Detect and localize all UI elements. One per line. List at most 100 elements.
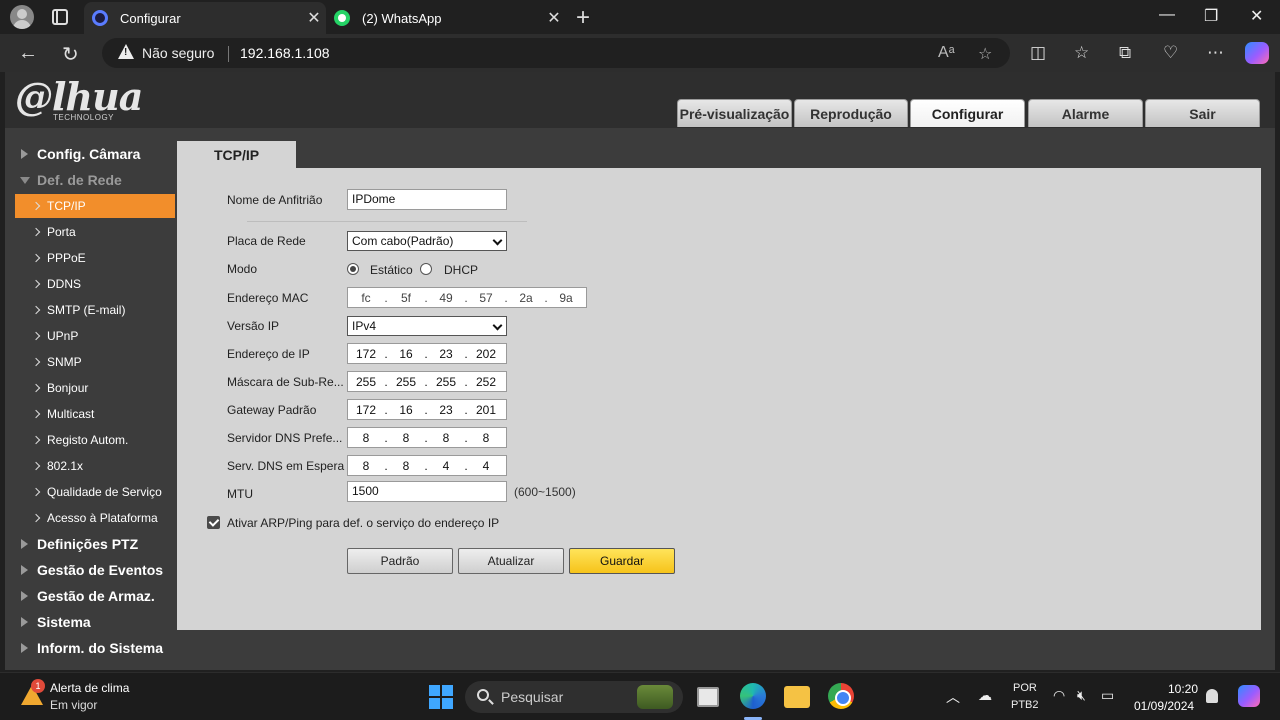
edge-icon[interactable] xyxy=(740,683,766,709)
sidebar-system-info[interactable]: Inform. do Sistema xyxy=(15,636,180,660)
ip-octet[interactable]: 202 xyxy=(468,347,504,361)
mode-dhcp-radio[interactable] xyxy=(420,263,432,275)
mtu-field[interactable]: 1500 xyxy=(347,481,507,502)
file-explorer-icon[interactable] xyxy=(784,686,810,708)
save-button[interactable]: Guardar xyxy=(569,548,675,574)
sidebar-item-port[interactable]: Porta xyxy=(15,220,175,244)
nav-setup[interactable]: Configurar xyxy=(910,99,1025,127)
hostname-field[interactable]: IPDome xyxy=(347,189,507,210)
star-icon[interactable]: ☆ xyxy=(978,44,992,64)
sidebar-network[interactable]: Def. de Rede xyxy=(15,168,180,192)
mask-octet[interactable]: 255 xyxy=(348,375,384,389)
show-hidden-icons-icon[interactable]: ︿ xyxy=(946,687,960,707)
keyboard-layout-indicator[interactable]: PTB2 xyxy=(1011,699,1039,711)
nic-select[interactable]: Com cabo(Padrão) xyxy=(347,231,507,251)
back-icon[interactable]: ← xyxy=(18,42,38,65)
more-icon[interactable]: ⋯ xyxy=(1207,43,1224,63)
split-screen-icon[interactable]: ◫ xyxy=(1030,43,1046,63)
mode-static-radio[interactable] xyxy=(347,263,359,275)
notification-bell-icon[interactable] xyxy=(1206,689,1218,703)
nav-logout[interactable]: Sair xyxy=(1145,99,1260,127)
heartbeat-icon[interactable]: ♡ xyxy=(1163,43,1178,63)
dns-octet[interactable]: 8 xyxy=(348,431,384,445)
ip-version-select[interactable]: IPv4 xyxy=(347,316,507,336)
tab-tcpip[interactable]: TCP/IP xyxy=(177,141,296,168)
reload-icon[interactable]: ↻ xyxy=(62,42,79,67)
sidebar-item-qos[interactable]: Qualidade de Serviço xyxy=(15,480,175,504)
dns-octet[interactable]: 8 xyxy=(388,459,424,473)
restore-icon[interactable]: ❐ xyxy=(1204,6,1218,26)
taskbar-search[interactable]: Pesquisar xyxy=(465,681,683,713)
gateway-octet[interactable]: 201 xyxy=(468,403,504,417)
weather-subtitle[interactable]: Em vigor xyxy=(50,698,97,712)
sidebar-item-upnp[interactable]: UPnP xyxy=(15,324,175,348)
dns-octet[interactable]: 8 xyxy=(388,431,424,445)
battery-icon[interactable]: ▭ xyxy=(1101,687,1114,704)
tab-configurar[interactable]: Configurar ✕ xyxy=(84,2,326,34)
ip-octet[interactable]: 172 xyxy=(348,347,384,361)
weather-title[interactable]: Alerta de clima xyxy=(50,681,129,695)
favorites-icon[interactable]: ☆ xyxy=(1074,43,1089,63)
close-tab-icon[interactable]: ✕ xyxy=(542,8,566,28)
ip-octet[interactable]: 16 xyxy=(388,347,424,361)
sidebar-item-snmp[interactable]: SNMP xyxy=(15,350,175,374)
dns-octet[interactable]: 8 xyxy=(468,431,504,445)
sidebar-item-smtp[interactable]: SMTP (E-mail) xyxy=(15,298,175,322)
preferred-dns-field[interactable]: 8. 8. 8. 8 xyxy=(347,427,507,448)
volume-muted-icon[interactable]: 🔇︎ xyxy=(1077,687,1086,704)
sidebar-system[interactable]: Sistema xyxy=(15,610,180,634)
sidebar-camera-settings[interactable]: Config. Câmara xyxy=(15,142,180,166)
gateway-octet[interactable]: 172 xyxy=(348,403,384,417)
profile-avatar-icon[interactable] xyxy=(10,5,34,29)
sidebar-ptz-settings[interactable]: Definições PTZ xyxy=(15,532,180,556)
arp-ping-checkbox[interactable] xyxy=(207,516,220,529)
address-bar[interactable]: Não seguro 192.168.1.108 A͏ᵃ ☆ xyxy=(102,38,1010,68)
sidebar-item-8021x[interactable]: 802.1x xyxy=(15,454,175,478)
sidebar-item-tcpip[interactable]: TCP/IP xyxy=(15,194,175,218)
sidebar-item-pppoe[interactable]: PPPoE xyxy=(15,246,175,270)
read-aloud-icon[interactable]: A͏ᵃ xyxy=(938,44,955,62)
security-status[interactable]: Não seguro xyxy=(142,45,214,61)
minimize-icon[interactable]: — xyxy=(1159,6,1175,24)
tab-whatsapp[interactable]: (2) WhatsApp ✕ xyxy=(326,2,566,34)
refresh-button[interactable]: Atualizar xyxy=(458,548,564,574)
mask-octet[interactable]: 255 xyxy=(388,375,424,389)
dns-octet[interactable]: 8 xyxy=(428,431,464,445)
gateway-field[interactable]: 172. 16. 23. 201 xyxy=(347,399,507,420)
sidebar-event-management[interactable]: Gestão de Eventos xyxy=(15,558,180,582)
tab-actions-icon[interactable] xyxy=(52,9,68,25)
mask-octet[interactable]: 252 xyxy=(468,375,504,389)
ip-octet[interactable]: 23 xyxy=(428,347,464,361)
copilot-taskbar-icon[interactable] xyxy=(1238,685,1260,707)
sidebar-item-multicast[interactable]: Multicast xyxy=(15,402,175,426)
gateway-octet[interactable]: 23 xyxy=(428,403,464,417)
windows-start-icon[interactable] xyxy=(429,685,453,709)
sidebar-item-ddns[interactable]: DDNS xyxy=(15,272,175,296)
dns-octet[interactable]: 8 xyxy=(348,459,384,473)
default-button[interactable]: Padrão xyxy=(347,548,453,574)
mask-octet[interactable]: 255 xyxy=(428,375,464,389)
dns-octet[interactable]: 4 xyxy=(428,459,464,473)
sidebar-item-auto-register[interactable]: Registo Autom. xyxy=(15,428,175,452)
wifi-icon[interactable]: ◠ xyxy=(1053,687,1065,704)
close-window-icon[interactable]: ✕ xyxy=(1250,6,1263,26)
alternate-dns-field[interactable]: 8. 8. 4. 4 xyxy=(347,455,507,476)
chrome-icon[interactable] xyxy=(828,683,854,709)
language-indicator[interactable]: POR xyxy=(1013,682,1037,694)
nav-preview[interactable]: Pré-visualização xyxy=(677,99,792,127)
copilot-icon[interactable] xyxy=(1245,42,1269,64)
dns-octet[interactable]: 4 xyxy=(468,459,504,473)
nav-playback[interactable]: Reprodução xyxy=(794,99,908,127)
clock-date[interactable]: 01/09/2024 xyxy=(1134,699,1194,713)
sidebar-item-platform-access[interactable]: Acesso à Plataforma xyxy=(15,506,175,530)
gateway-octet[interactable]: 16 xyxy=(388,403,424,417)
sidebar-item-bonjour[interactable]: Bonjour xyxy=(15,376,175,400)
onedrive-icon[interactable]: ☁ xyxy=(978,687,992,704)
collections-icon[interactable]: ⧉ xyxy=(1119,43,1131,63)
ip-address-field[interactable]: 172. 16. 23. 202 xyxy=(347,343,507,364)
url-text[interactable]: 192.168.1.108 xyxy=(240,45,330,61)
warning-icon[interactable] xyxy=(118,44,134,59)
task-view-icon[interactable] xyxy=(697,687,719,707)
sidebar-storage-management[interactable]: Gestão de Armaz. xyxy=(15,584,180,608)
new-tab-icon[interactable]: + xyxy=(576,4,590,32)
